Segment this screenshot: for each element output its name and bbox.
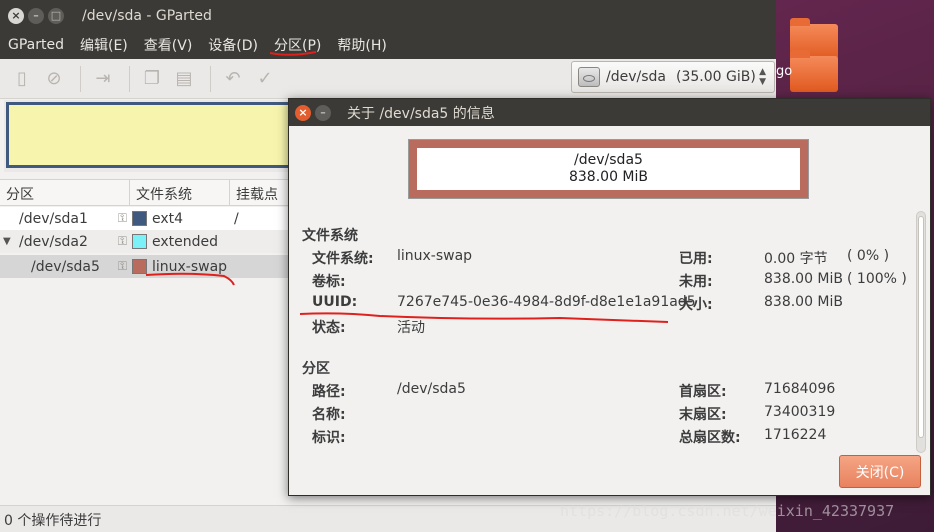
used-label: 已用: (679, 251, 713, 267)
dialog-titlebar: × – 关于 /dev/sda5 的信息 (289, 99, 930, 126)
key-icon: ⚿ (117, 211, 127, 225)
filesystem-color-swatch (132, 211, 147, 226)
updown-arrow-icon: ▲ ▼ (759, 67, 766, 87)
column-mountpoint[interactable]: 挂载点 (230, 180, 290, 205)
filesystem-color-swatch (132, 259, 147, 274)
used-percent: ( 0% ) (847, 248, 890, 264)
window-titlebar: × – □ /dev/sda - GParted (0, 0, 776, 31)
desktop-folder-label: go (776, 64, 793, 79)
mountpoint-cell: / (234, 210, 239, 227)
partition-info-dialog: × – 关于 /dev/sda5 的信息 /dev/sda5 838.00 Mi… (288, 98, 931, 496)
volume-label-label: 卷标: (312, 274, 346, 290)
key-icon: ⚿ (117, 259, 127, 273)
menu-gparted[interactable]: GParted (8, 37, 64, 53)
close-button[interactable]: 关闭(C) (839, 455, 921, 488)
window-title: /dev/sda - GParted (82, 7, 212, 24)
key-icon: ⚿ (117, 234, 127, 248)
first-sector-value: 71684096 (764, 381, 836, 397)
device-size: (35.00 GiB) (675, 69, 756, 85)
close-icon[interactable]: × (295, 104, 311, 121)
menu-edit[interactable]: 编辑(E) (80, 35, 128, 55)
filesystem-value: linux-swap (397, 248, 473, 264)
column-partition[interactable]: 分区 (0, 180, 130, 205)
partition-name: /dev/sda1 (19, 210, 88, 227)
partition-name-cell: /dev/sda1 ⚿ (0, 211, 130, 227)
state-label: 状态: (312, 320, 346, 336)
minimize-icon[interactable]: – (28, 7, 44, 24)
table-row[interactable]: /dev/sda1 ⚿ ext4 / (0, 207, 290, 230)
name-label: 名称: (312, 407, 346, 423)
partition-section-heading: 分区 (302, 361, 330, 377)
filesystem-name: extended (152, 233, 219, 250)
uuid-label: UUID: (312, 294, 358, 310)
filesystem-cell: ext4 (130, 211, 230, 227)
total-sectors-value: 1716224 (764, 427, 827, 443)
table-row[interactable]: ▼ /dev/sda2 ⚿ extended (0, 230, 290, 253)
resize-move-icon[interactable]: ⇥ (89, 65, 117, 93)
table-row-selected[interactable]: /dev/sda5 ⚿ linux-swap (0, 255, 290, 278)
partition-graphic: /dev/sda5 838.00 MiB (408, 139, 809, 199)
apply-icon[interactable]: ✓ (251, 65, 279, 93)
graphic-partition-size: 838.00 MiB (568, 169, 648, 185)
hard-disk-icon (578, 67, 600, 87)
toolbar-separator (210, 65, 211, 92)
paste-icon[interactable]: ▤ (170, 65, 198, 93)
partition-name: /dev/sda2 (19, 233, 88, 250)
filesystem-color-swatch (132, 234, 147, 249)
toolbar-separator (80, 65, 81, 92)
vertical-scrollbar[interactable] (916, 211, 926, 453)
folder-icon[interactable] (790, 50, 838, 92)
state-value: 活动 (397, 320, 425, 336)
filesystem-cell: extended (130, 234, 230, 250)
minimize-icon[interactable]: – (315, 104, 331, 121)
first-sector-label: 首扇区: (679, 384, 727, 400)
delete-icon[interactable]: ⊘ (40, 65, 68, 93)
maximize-icon[interactable]: □ (48, 7, 64, 24)
last-sector-label: 末扇区: (679, 407, 727, 423)
flags-label: 标识: (312, 430, 346, 446)
filesystem-name: ext4 (152, 210, 184, 227)
unused-label: 未用: (679, 274, 713, 290)
path-label: 路径: (312, 384, 346, 400)
copy-icon[interactable]: ❐ (138, 65, 166, 93)
menu-device[interactable]: 设备(D) (208, 35, 258, 55)
menu-view[interactable]: 查看(V) (144, 35, 193, 55)
watermark-text: https://blog.csdn.net/weixin_42337937 (560, 502, 895, 520)
menu-partition[interactable]: 分区(P) (274, 35, 321, 55)
partition-name-cell: ▼ /dev/sda2 ⚿ (0, 234, 130, 250)
column-filesystem[interactable]: 文件系统 (130, 180, 230, 205)
dialog-title: 关于 /dev/sda5 的信息 (347, 105, 495, 122)
total-sectors-label: 总扇区数: (679, 430, 741, 446)
filesystem-section-heading: 文件系统 (302, 228, 358, 244)
size-label: 大小: (679, 297, 713, 313)
graphic-partition-name: /dev/sda5 (574, 152, 643, 168)
filesystem-name: linux-swap (152, 258, 228, 275)
path-value: /dev/sda5 (397, 381, 466, 397)
uuid-value: 7267e745-0e36-4984-8d9f-d8e1e1a91ad5 (397, 294, 696, 310)
partition-name-cell: /dev/sda5 ⚿ (0, 259, 130, 275)
undo-icon[interactable]: ↶ (219, 65, 247, 93)
expander-down-icon[interactable]: ▼ (3, 236, 15, 247)
partition-name: /dev/sda5 (31, 258, 100, 275)
unused-value: 838.00 MiB (764, 271, 844, 287)
used-value: 0.00 字节 (764, 251, 828, 267)
new-partition-icon[interactable]: ▯ (8, 65, 36, 93)
last-sector-value: 73400319 (764, 404, 836, 420)
toolbar-separator (129, 65, 130, 92)
filesystem-label: 文件系统: (312, 251, 374, 267)
menubar: GParted 编辑(E) 查看(V) 设备(D) 分区(P) 帮助(H) (0, 31, 776, 59)
scrollbar-thumb[interactable] (918, 216, 924, 438)
device-selector[interactable]: /dev/sda (35.00 GiB) ▲ ▼ (571, 61, 775, 93)
size-value: 838.00 MiB (764, 294, 844, 310)
partition-graph-sda1[interactable] (6, 102, 296, 168)
filesystem-cell: linux-swap (130, 259, 230, 275)
device-name: /dev/sda (606, 69, 666, 85)
unused-percent: ( 100% ) (847, 271, 907, 287)
info-content: 文件系统 文件系统: linux-swap 卷标: UUID: 7267e745… (289, 215, 915, 455)
close-icon[interactable]: × (8, 7, 24, 24)
menu-help[interactable]: 帮助(H) (337, 35, 386, 55)
